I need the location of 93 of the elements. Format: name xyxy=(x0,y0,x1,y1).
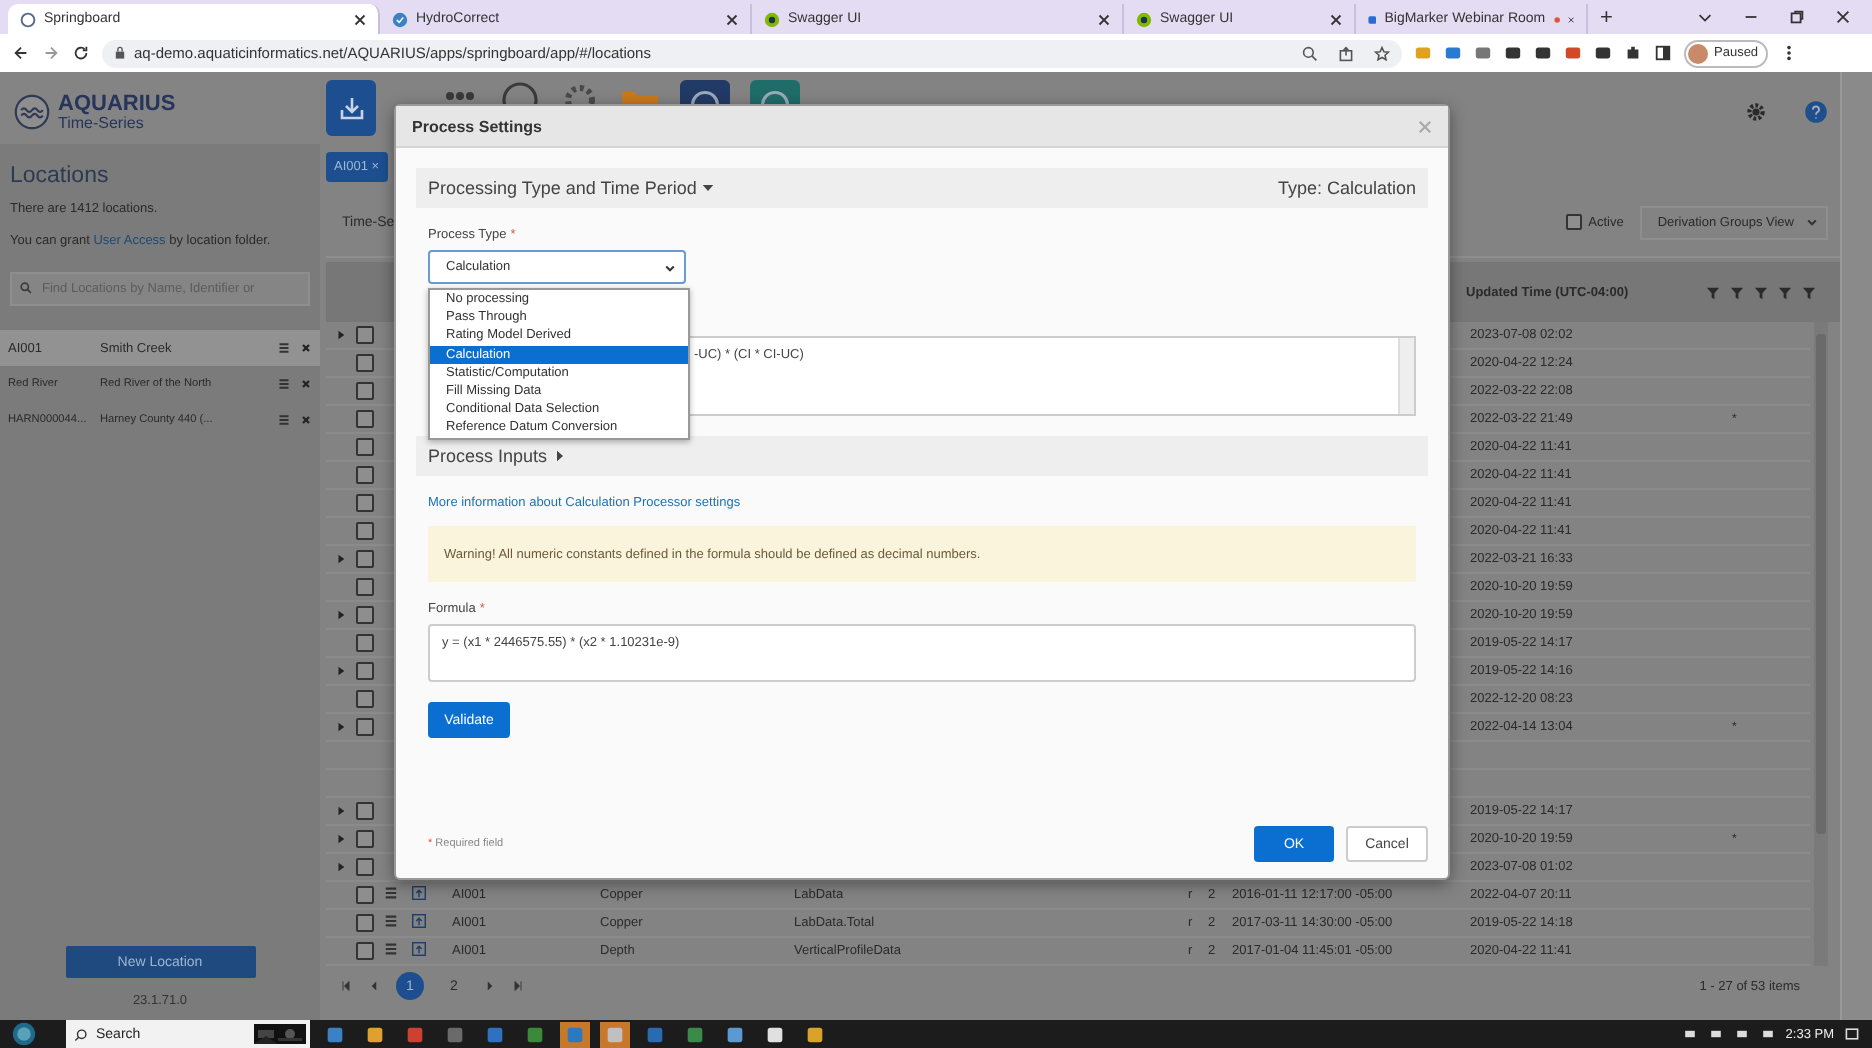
tab-favicon-icon xyxy=(20,11,36,27)
sidebar-icon[interactable] xyxy=(1654,44,1672,62)
upload-icon[interactable] xyxy=(412,886,426,900)
caret-down-icon xyxy=(702,182,715,194)
upload-icon[interactable] xyxy=(412,942,426,956)
sidebar-title: Locations xyxy=(10,164,111,188)
search-icon xyxy=(20,282,32,295)
row-checkbox[interactable] xyxy=(356,466,374,484)
notification-icon[interactable] xyxy=(1844,1026,1860,1042)
menu-icon[interactable] xyxy=(384,914,398,928)
menu-icon[interactable] xyxy=(384,942,398,956)
new-tab-button[interactable]: + xyxy=(1588,4,1625,34)
toolbar-button-icon[interactable] xyxy=(750,80,800,103)
row-checkbox[interactable] xyxy=(356,634,374,652)
type-text: Type: Calculation xyxy=(1277,178,1416,198)
last-page-icon[interactable] xyxy=(512,980,524,992)
forward-icon[interactable] xyxy=(42,44,60,62)
share-icon[interactable] xyxy=(1338,45,1354,61)
expand-arrow-icon[interactable] xyxy=(336,722,346,732)
download-icon xyxy=(337,94,365,122)
next-page-icon[interactable] xyxy=(484,980,496,992)
menu-icon[interactable] xyxy=(278,414,290,427)
close-icon[interactable] xyxy=(1567,13,1574,25)
expand-arrow-icon[interactable] xyxy=(336,862,346,872)
search-icon xyxy=(74,1027,88,1041)
close-icon[interactable] xyxy=(300,342,312,355)
row-checkbox[interactable] xyxy=(356,606,374,624)
row-checkbox[interactable] xyxy=(356,718,374,736)
taskbar-app-icon[interactable] xyxy=(600,1021,630,1047)
star-icon[interactable] xyxy=(1374,45,1390,61)
chevron-down-icon xyxy=(664,261,676,273)
expand-arrow-icon[interactable] xyxy=(336,666,346,676)
caret-right-icon xyxy=(553,450,566,462)
close-icon[interactable] xyxy=(726,13,738,25)
section-header[interactable]: Processing Type and Time Period Type: Calculation xyxy=(416,168,1428,208)
row-checkbox[interactable] xyxy=(356,354,374,372)
menu-icon[interactable] xyxy=(278,378,290,391)
row-checkbox[interactable] xyxy=(356,830,374,848)
scrollbar[interactable] xyxy=(1814,322,1828,966)
restore-icon[interactable] xyxy=(1788,8,1806,26)
close-icon[interactable] xyxy=(354,13,366,25)
upload-icon[interactable] xyxy=(412,914,426,928)
section-header[interactable]: Process Inputs xyxy=(416,436,1428,476)
start-icon[interactable] xyxy=(12,1022,36,1046)
close-icon[interactable] xyxy=(1098,13,1110,25)
row-checkbox[interactable] xyxy=(356,494,374,512)
expand-arrow-icon[interactable] xyxy=(336,330,346,340)
first-page-icon[interactable] xyxy=(340,980,352,992)
close-icon[interactable] xyxy=(1834,8,1852,26)
menu-icon[interactable] xyxy=(384,886,398,900)
close-icon[interactable] xyxy=(1330,13,1342,25)
row-checkbox[interactable] xyxy=(356,886,374,904)
gear-icon[interactable] xyxy=(560,80,600,104)
page-scrollbar[interactable] xyxy=(1840,72,1872,1020)
check-icon xyxy=(392,11,408,27)
row-checkbox[interactable] xyxy=(356,578,374,596)
row-checkbox[interactable] xyxy=(356,858,374,876)
reload-icon[interactable] xyxy=(72,44,90,62)
tab-favicon-icon xyxy=(1136,11,1152,27)
toolbar-button-icon[interactable] xyxy=(680,80,730,103)
settings-icon[interactable] xyxy=(1744,100,1768,124)
expand-arrow-icon[interactable] xyxy=(336,806,346,816)
logo-subtitle: Time-Series xyxy=(58,115,144,131)
row-checkbox[interactable] xyxy=(356,382,374,400)
back-icon[interactable] xyxy=(12,44,30,62)
row-checkbox[interactable] xyxy=(356,522,374,540)
menu-icon[interactable] xyxy=(278,342,290,355)
row-checkbox[interactable] xyxy=(356,690,374,708)
wave-logo-icon xyxy=(14,94,50,130)
row-checkbox[interactable] xyxy=(356,438,374,456)
expand-arrow-icon[interactable] xyxy=(336,834,346,844)
download-button[interactable] xyxy=(326,80,376,136)
expand-arrow-icon[interactable] xyxy=(336,554,346,564)
previous-page-icon[interactable] xyxy=(368,980,380,992)
row-checkbox[interactable] xyxy=(356,942,374,960)
row-checkbox[interactable] xyxy=(356,662,374,680)
clock-icon[interactable] xyxy=(500,80,540,104)
row-checkbox[interactable] xyxy=(356,550,374,568)
caret-icon xyxy=(1806,216,1818,228)
help-icon[interactable] xyxy=(1804,100,1828,124)
row-checkbox[interactable] xyxy=(356,802,374,820)
lock-icon xyxy=(114,46,126,60)
tab-favicon-icon xyxy=(764,11,780,27)
row-checkbox[interactable] xyxy=(356,914,374,932)
tab-favicon-icon xyxy=(1368,11,1377,27)
avatar-icon xyxy=(1688,43,1708,63)
row-checkbox[interactable] xyxy=(356,326,374,344)
puzzle-icon[interactable] xyxy=(1624,44,1642,62)
zoom-icon[interactable] xyxy=(1302,45,1318,61)
row-checkbox[interactable] xyxy=(356,410,374,428)
dialog-title: Process Settings xyxy=(412,117,544,135)
logo-title: AQUARIUS xyxy=(58,93,176,115)
expand-arrow-icon[interactable] xyxy=(336,610,346,620)
